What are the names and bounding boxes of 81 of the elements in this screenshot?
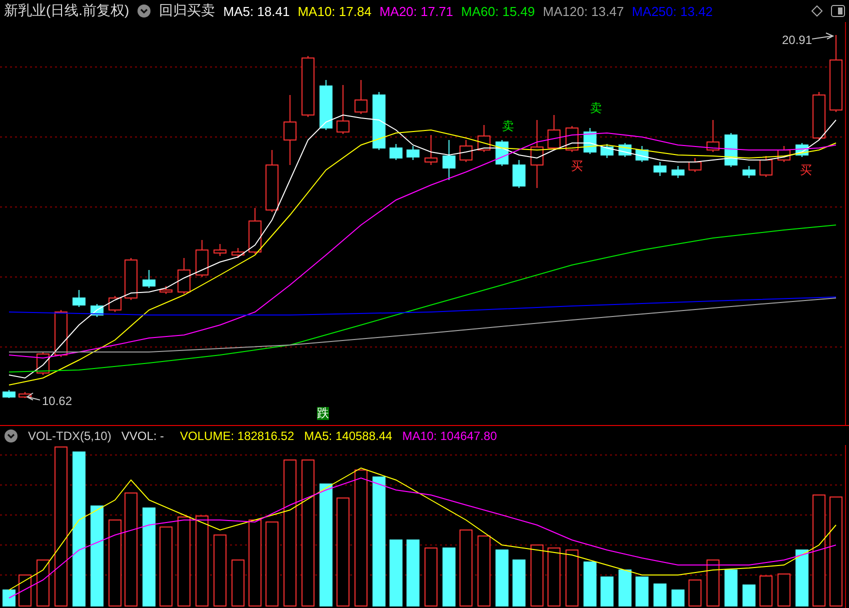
candlestick (460, 140, 472, 162)
sell-signal: 卖 (502, 120, 514, 134)
candlestick (812, 92, 826, 140)
candlestick (284, 94, 296, 166)
candlestick (548, 114, 560, 150)
candlestick (2, 390, 16, 398)
candlestick (424, 134, 438, 166)
indicator-name[interactable]: VOL-TDX(5,10) (28, 428, 112, 442)
candlestick (672, 166, 684, 178)
candlestick (530, 120, 544, 188)
volume-bar (600, 576, 614, 606)
volume-bar (512, 560, 526, 606)
volume-bar (742, 584, 756, 606)
candlestick (636, 146, 648, 162)
volume-bar (618, 570, 632, 606)
stock-title: 新乳业(日线.前复权) (4, 2, 130, 20)
volume-bar (654, 584, 666, 606)
panel-toggle-icon[interactable] (831, 5, 845, 17)
candlestick (214, 244, 226, 256)
candlestick (54, 310, 68, 358)
candlestick (688, 158, 702, 172)
volume-bar (584, 562, 596, 606)
volume-bar (2, 590, 16, 606)
volume-bar (636, 576, 648, 606)
candlestick (124, 258, 138, 300)
candlestick (406, 146, 420, 160)
collapse-icon[interactable] (137, 4, 152, 18)
candlestick (478, 124, 490, 152)
moving-average-value: MA10: 17.84 (298, 4, 372, 18)
candlestick (742, 166, 756, 178)
moving-average-value: MA20: 17.71 (379, 4, 454, 18)
candlestick (778, 146, 790, 162)
candlestick (442, 140, 456, 180)
candlestick (142, 270, 156, 288)
sell-signal: 卖 (590, 102, 602, 116)
high-price-arrow (812, 32, 834, 40)
candlestick (248, 208, 262, 254)
volume-bar (406, 540, 420, 606)
volume-bar (672, 590, 684, 606)
candlestick (302, 56, 314, 118)
formula-name[interactable]: 回归买卖 (159, 2, 216, 20)
candlestick (390, 144, 402, 160)
candlestick (72, 290, 86, 308)
low-price-arrow (26, 392, 40, 400)
buy-signal: 买 (800, 164, 812, 178)
diamond-icon[interactable] (811, 5, 823, 17)
moving-average-value: MA120: 13.47 (542, 4, 624, 18)
candlestick (336, 84, 350, 134)
candlestick (512, 160, 526, 188)
candlestick (266, 150, 278, 212)
moving-average-value: MA250: 13.42 (632, 4, 713, 18)
candlestick (160, 286, 172, 294)
volume-bar (796, 550, 808, 606)
volume-value: MA10: 104647.80 (402, 428, 497, 442)
candlestick (724, 132, 738, 168)
volume-bar (442, 548, 456, 606)
volume-bar (496, 550, 508, 606)
volume-bar (724, 570, 738, 606)
drop-marker: 跌 (317, 407, 329, 420)
candlestick (600, 144, 614, 158)
volume-value: VOLUME: 182816.52 (180, 428, 294, 442)
collapse-icon[interactable] (4, 428, 18, 442)
price-label: 20.91 (782, 34, 812, 48)
candlestick (320, 80, 332, 130)
price-label: 10.62 (42, 395, 72, 408)
moving-average-value: MA5: 18.41 (223, 4, 290, 18)
candlestick (232, 248, 244, 258)
candlestick (372, 92, 386, 150)
vvol-value: VVOL: - (121, 428, 164, 442)
volume-bar (390, 540, 402, 606)
candlestick (354, 80, 368, 114)
moving-average-value: MA60: 15.49 (461, 4, 535, 18)
candlestick (760, 156, 772, 178)
volume-value: MA5: 140588.44 (304, 428, 392, 442)
candlestick (196, 240, 208, 278)
candlestick (178, 258, 190, 294)
buy-signal: 买 (571, 160, 583, 174)
candlestick (108, 296, 122, 312)
candlestick (706, 120, 720, 152)
candlestick (18, 392, 32, 398)
candlestick (654, 162, 666, 176)
